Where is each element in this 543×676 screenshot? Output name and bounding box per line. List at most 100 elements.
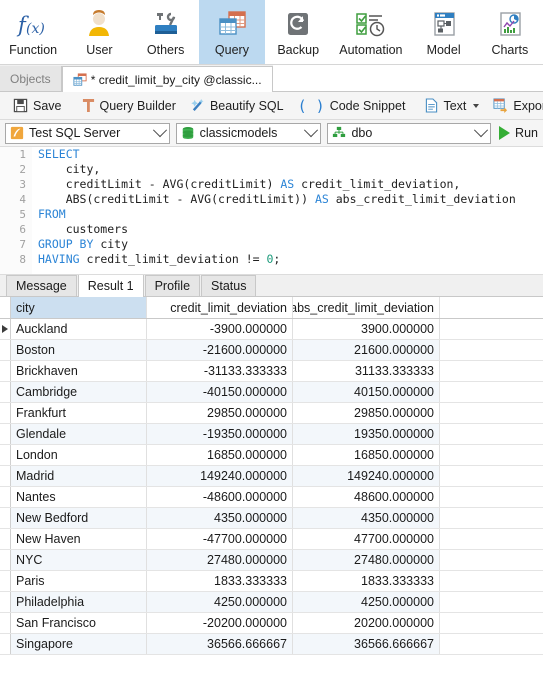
table-row[interactable]: Glendale -19350.000000 19350.000000 [0,424,543,445]
row-selector-cell[interactable] [0,424,11,444]
ribbon-button-others[interactable]: Others [133,0,208,64]
grid-cell[interactable]: 1833.333333 [147,571,293,591]
grid-cell[interactable]: Singapore [11,634,147,654]
grid-cell[interactable]: Glendale [11,424,147,444]
grid-column-header[interactable]: credit_limit_deviation [147,297,293,318]
grid-cell[interactable]: -21600.000000 [147,340,293,360]
row-selector-cell[interactable] [0,529,11,549]
grid-column-header[interactable]: abs_credit_limit_deviation [293,297,440,318]
grid-cell[interactable]: Nantes [11,487,147,507]
grid-cell[interactable]: 149240.000000 [147,466,293,486]
grid-cell[interactable]: Boston [11,340,147,360]
result-tab-result-1[interactable]: Result 1 [77,274,144,297]
row-selector-cell[interactable] [0,571,11,591]
table-row[interactable]: New Haven -47700.000000 47700.000000 [0,529,543,550]
grid-cell[interactable]: 20200.000000 [293,613,440,633]
row-selector-cell[interactable] [0,403,11,423]
text-format-button[interactable]: Text [418,94,486,118]
ribbon-button-model[interactable]: Model [410,0,476,64]
table-row[interactable]: San Francisco -20200.000000 20200.000000 [0,613,543,634]
grid-cell[interactable]: 21600.000000 [293,340,440,360]
row-selector-cell[interactable] [0,382,11,402]
grid-cell[interactable]: -48600.000000 [147,487,293,507]
tab-query-document[interactable]: * credit_limit_by_city @classic... [61,66,273,92]
grid-cell[interactable]: 47700.000000 [293,529,440,549]
result-tab-message[interactable]: Message [6,275,77,296]
grid-cell[interactable]: -47700.000000 [147,529,293,549]
ribbon-button-function[interactable]: f (x) Function [0,0,66,64]
grid-cell[interactable]: 149240.000000 [293,466,440,486]
table-row[interactable]: Paris 1833.333333 1833.333333 [0,571,543,592]
grid-cell[interactable]: New Bedford [11,508,147,528]
row-selector-cell[interactable] [0,550,11,570]
chevron-down-icon[interactable] [152,123,167,138]
grid-cell[interactable]: Brickhaven [11,361,147,381]
table-row[interactable]: Frankfurt 29850.000000 29850.000000 [0,403,543,424]
grid-cell[interactable]: 40150.000000 [293,382,440,402]
table-row[interactable]: Boston -21600.000000 21600.000000 [0,340,543,361]
ribbon-button-automation[interactable]: Automation [331,0,410,64]
grid-cell[interactable]: -31133.333333 [147,361,293,381]
result-tab-profile[interactable]: Profile [144,275,201,296]
grid-cell[interactable]: 29850.000000 [147,403,293,423]
grid-cell[interactable]: Paris [11,571,147,591]
ribbon-button-query[interactable]: Query [198,0,266,64]
grid-cell[interactable]: -19350.000000 [147,424,293,444]
tab-objects[interactable]: Objects [0,66,62,91]
editor-code-area[interactable]: SELECT city, creditLimit - AVG(creditLim… [38,147,543,267]
grid-cell[interactable]: -40150.000000 [147,382,293,402]
grid-cell[interactable]: 36566.666667 [293,634,440,654]
table-row[interactable]: Philadelphia 4250.000000 4250.000000 [0,592,543,613]
grid-cell[interactable]: NYC [11,550,147,570]
result-tab-status[interactable]: Status [201,275,257,296]
grid-column-header[interactable]: city [11,297,147,318]
ribbon-button-user[interactable]: User [66,0,132,64]
query-builder-button[interactable]: Query Builder [75,94,183,118]
grid-cell[interactable]: 48600.000000 [293,487,440,507]
run-button[interactable]: Run [497,126,538,140]
grid-cell[interactable]: -20200.000000 [147,613,293,633]
code-snippet-button[interactable]: ( ) Code Snippet [291,94,413,118]
grid-cell[interactable]: 29850.000000 [293,403,440,423]
grid-cell[interactable]: New Haven [11,529,147,549]
row-selector-cell[interactable] [0,487,11,507]
table-row[interactable]: Madrid 149240.000000 149240.000000 [0,466,543,487]
grid-cell[interactable]: London [11,445,147,465]
table-row[interactable]: NYC 27480.000000 27480.000000 [0,550,543,571]
grid-cell[interactable]: Auckland [11,319,147,339]
text-format-caret-icon[interactable] [473,103,480,108]
grid-cell[interactable]: 4350.000000 [293,508,440,528]
grid-cell[interactable]: -3900.000000 [147,319,293,339]
chevron-down-icon[interactable] [473,123,489,138]
row-selector-cell[interactable] [0,592,11,612]
row-selector-cell[interactable] [0,319,11,339]
table-row[interactable]: London 16850.000000 16850.000000 [0,445,543,466]
export-result-button[interactable]: Export Result [486,94,543,118]
grid-cell[interactable]: 16850.000000 [147,445,293,465]
grid-cell[interactable]: 36566.666667 [147,634,293,654]
database-select[interactable]: classicmodels [175,122,322,144]
sql-editor[interactable]: 1 2 3 4 5 6 7 8 SELECT city, creditLimit - AVG(… [0,147,543,275]
table-row[interactable]: Cambridge -40150.000000 40150.000000 [0,382,543,403]
table-row[interactable]: Nantes -48600.000000 48600.000000 [0,487,543,508]
row-selector-cell[interactable] [0,466,11,486]
grid-cell[interactable]: Frankfurt [11,403,147,423]
grid-cell[interactable]: 1833.333333 [293,571,440,591]
row-selector-cell[interactable] [0,634,11,654]
table-row[interactable]: Singapore 36566.666667 36566.666667 [0,634,543,655]
grid-cell[interactable]: 31133.333333 [293,361,440,381]
table-row[interactable]: Brickhaven -31133.333333 31133.333333 [0,361,543,382]
row-selector-cell[interactable] [0,445,11,465]
ribbon-button-charts[interactable]: Charts [477,0,543,64]
table-row[interactable]: New Bedford 4350.000000 4350.000000 [0,508,543,529]
row-selector-cell[interactable] [0,361,11,381]
row-selector-cell[interactable] [0,508,11,528]
grid-cell[interactable]: 19350.000000 [293,424,440,444]
row-selector-cell[interactable] [0,340,11,360]
grid-cell[interactable]: Philadelphia [11,592,147,612]
table-row[interactable]: Auckland -3900.000000 3900.000000 [0,319,543,340]
chevron-down-icon[interactable] [304,123,319,138]
grid-cell[interactable]: 4250.000000 [293,592,440,612]
grid-cell[interactable]: Cambridge [11,382,147,402]
grid-cell[interactable]: 4250.000000 [147,592,293,612]
